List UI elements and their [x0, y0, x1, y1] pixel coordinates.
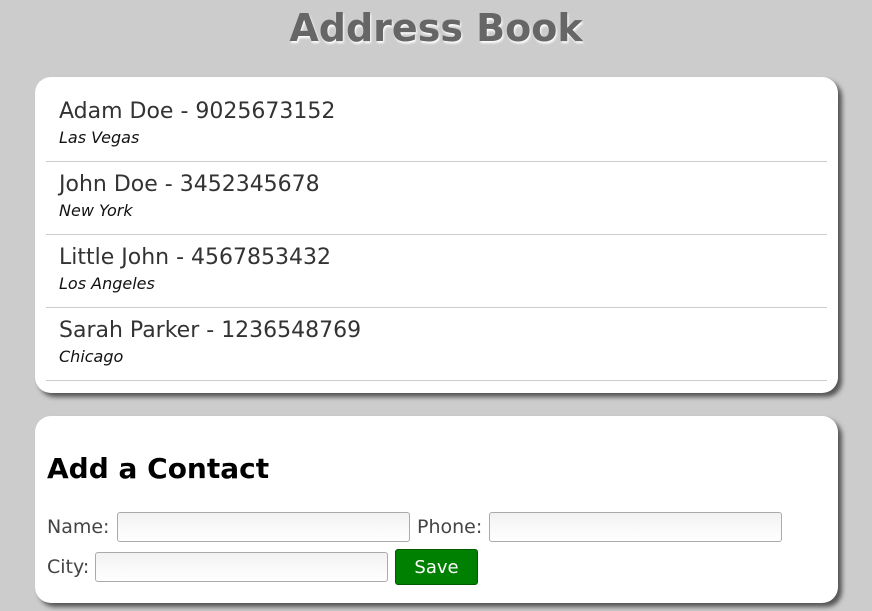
contact-city: New York	[59, 201, 133, 220]
phone-label: Phone:	[417, 516, 483, 538]
contact-item[interactable]: Sarah Parker - 1236548769 Chicago	[46, 308, 827, 381]
contact-city: Las Vegas	[59, 128, 140, 147]
contacts-card: Adam Doe - 9025673152 Las Vegas John Doe…	[35, 77, 838, 393]
contact-item[interactable]: Adam Doe - 9025673152 Las Vegas	[46, 89, 827, 162]
name-input[interactable]	[117, 512, 410, 542]
contact-name: John Doe	[59, 172, 158, 197]
contact-name: Little John	[59, 245, 170, 270]
add-contact-card: Add a Contact Name: Phone: City: Save	[35, 416, 838, 603]
contact-name-phone: Little John - 4567853432	[59, 245, 332, 270]
save-button[interactable]: Save	[395, 549, 478, 585]
contact-phone: 4567853432	[191, 245, 332, 270]
name-label: Name:	[47, 516, 110, 538]
contact-name-phone: Sarah Parker - 1236548769	[59, 318, 362, 343]
contact-item[interactable]: John Doe - 3452345678 New York	[46, 162, 827, 235]
phone-input[interactable]	[489, 512, 782, 542]
add-contact-title: Add a Contact	[47, 452, 270, 485]
page-title: Address Book	[289, 6, 583, 50]
contact-name: Adam Doe	[59, 99, 174, 124]
city-label: City:	[47, 556, 90, 578]
contact-name-phone: Adam Doe - 9025673152	[59, 99, 336, 124]
contact-city: Chicago	[59, 347, 124, 366]
contact-city: Los Angeles	[59, 274, 155, 293]
contact-item[interactable]: Little John - 4567853432 Los Angeles	[46, 235, 827, 308]
contact-phone: 3452345678	[179, 172, 320, 197]
contact-name: Sarah Parker	[59, 318, 200, 343]
contact-phone: 9025673152	[195, 99, 336, 124]
contact-name-phone: John Doe - 3452345678	[59, 172, 320, 197]
contact-list: Adam Doe - 9025673152 Las Vegas John Doe…	[46, 89, 827, 381]
city-input[interactable]	[95, 552, 388, 582]
contact-phone: 1236548769	[221, 318, 362, 343]
